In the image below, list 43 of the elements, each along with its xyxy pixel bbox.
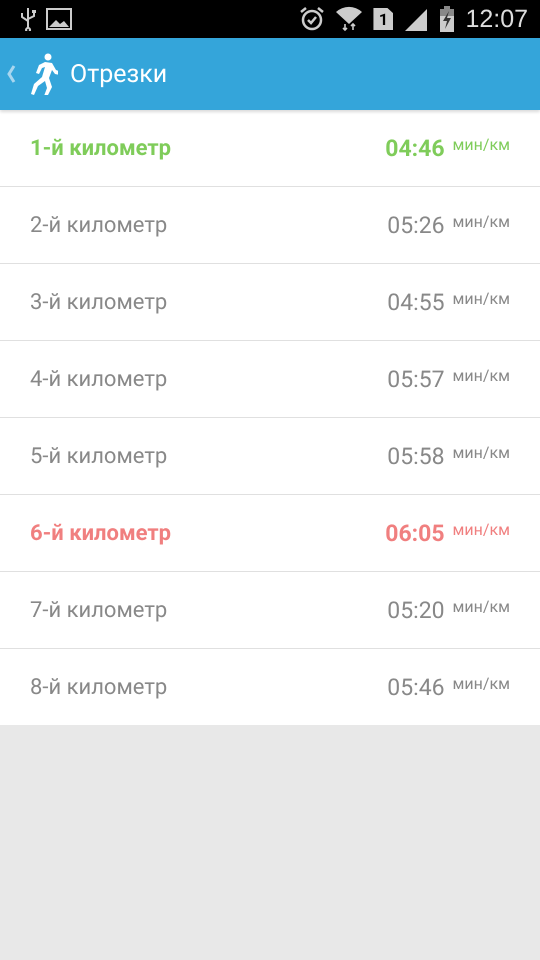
pace-unit: мин/км (452, 366, 510, 384)
split-label: 7-й километр (30, 598, 168, 622)
split-row[interactable]: 3-й километр 04:55 мин/км (0, 264, 540, 341)
wifi-icon (335, 6, 364, 32)
split-row[interactable]: 1-й километр 04:46 мин/км (0, 110, 540, 187)
split-row[interactable]: 2-й километр 05:26 мин/км (0, 187, 540, 264)
screen-title: Отрезки (70, 60, 168, 88)
split-pace: 05:57 (387, 366, 445, 392)
split-label: 8-й километр (30, 674, 168, 700)
split-pace: 05:20 (387, 596, 445, 624)
pace-unit: мин/км (452, 134, 510, 154)
split-label: 2-й километр (30, 212, 168, 238)
split-pace: 05:58 (387, 442, 445, 470)
battery-charging-icon (439, 6, 456, 32)
split-pace: 04:55 (387, 288, 445, 316)
pace-unit: мин/км (452, 212, 510, 230)
split-pace: 05:26 (387, 212, 445, 238)
split-row[interactable]: 7-й километр 05:20 мин/км (0, 572, 540, 649)
pace-unit: мин/км (452, 674, 510, 692)
pace-unit: мин/км (452, 288, 510, 308)
split-label: 4-й километр (30, 366, 168, 392)
runner-icon (28, 53, 58, 95)
image-icon (46, 8, 72, 30)
split-pace: 04:46 (385, 134, 445, 162)
split-label: 1-й километр (30, 136, 172, 160)
split-row[interactable]: 4-й километр 05:57 мин/км (0, 341, 540, 418)
split-row[interactable]: 6-й километр 06:05 мин/км (0, 495, 540, 572)
pace-unit: мин/км (452, 442, 510, 462)
usb-icon (20, 7, 36, 31)
sim-card-icon: 1 (373, 8, 394, 30)
split-label: 3-й километр (30, 290, 168, 314)
split-pace: 06:05 (385, 520, 445, 546)
clock-time: 12:07 (465, 4, 528, 34)
pace-unit: мин/км (452, 596, 510, 616)
split-label: 5-й километр (30, 444, 168, 468)
back-button[interactable] (6, 53, 58, 95)
signal-icon (403, 7, 430, 31)
split-label: 6-й километр (30, 520, 172, 546)
pace-unit: мин/км (452, 520, 510, 538)
split-row[interactable]: 8-й километр 05:46 мин/км (0, 649, 540, 725)
split-row[interactable]: 5-й километр 05:58 мин/км (0, 418, 540, 495)
split-pace: 05:46 (387, 674, 445, 700)
alarm-clock-icon (299, 6, 326, 32)
